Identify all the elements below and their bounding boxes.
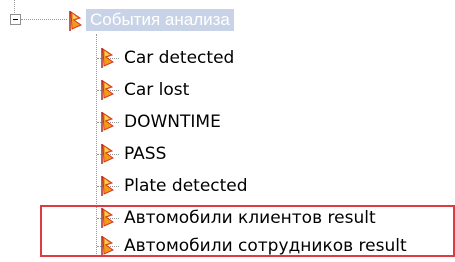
orange-flag-icon [101,80,115,100]
tree-node-label: Автомобили клиентов result [124,208,376,228]
tree-node-label: PASS [124,144,167,164]
event-tree: События анализа Car detected Car lost DO… [0,0,455,262]
tree-node-label: Автомобили сотрудников result [124,236,407,256]
tree-node-label: Car detected [124,48,235,68]
tree-node-item[interactable]: Автомобили клиентов result [0,204,455,232]
orange-flag-icon [101,176,115,196]
tree-node-label: DOWNTIME [124,112,221,132]
orange-flag-icon [101,48,115,68]
tree-node-item[interactable]: PASS [0,140,455,168]
tree-node-item[interactable]: Car detected [0,44,455,72]
orange-flag-icon [69,11,83,31]
tree-node-label: Car lost [124,80,190,100]
tree-node-item[interactable]: Plate detected [0,172,455,200]
orange-flag-icon [101,112,115,132]
orange-flag-icon [101,208,115,228]
tree-node-label: Plate detected [124,176,248,196]
orange-flag-icon [101,236,115,256]
orange-flag-icon [101,144,115,164]
tree-node-item[interactable]: Автомобили сотрудников result [0,232,455,260]
tree-node-label: События анализа [86,9,234,31]
tree-node-item[interactable]: Car lost [0,76,455,104]
tree-node-item[interactable]: DOWNTIME [0,108,455,136]
tree-node-root[interactable]: События анализа [0,8,455,36]
